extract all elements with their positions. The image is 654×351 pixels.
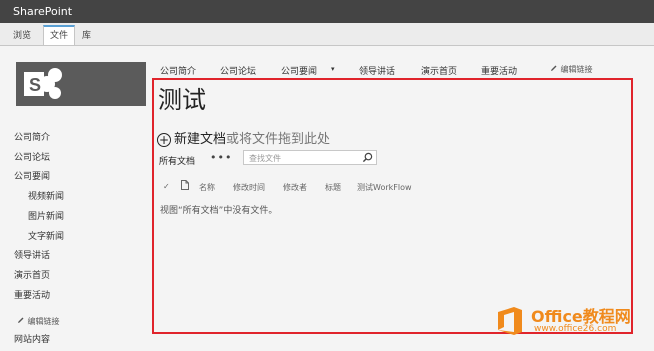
top-nav-item-leader-speech[interactable]: 领导讲话 xyxy=(359,64,395,77)
sharepoint-logo-icon: S xyxy=(24,68,62,99)
highlight-box xyxy=(152,78,633,334)
top-nav-item-company-intro[interactable]: 公司简介 xyxy=(160,64,196,77)
pencil-icon xyxy=(551,65,557,71)
chevron-down-icon[interactable]: ▾ xyxy=(331,65,335,73)
quick-launch-item-text-news[interactable]: 文字新闻 xyxy=(28,229,64,242)
tab-browse[interactable]: 浏览 xyxy=(13,28,31,41)
quick-launch-item-company-news[interactable]: 公司要闻 xyxy=(14,169,50,182)
top-nav-item-company-forum[interactable]: 公司论坛 xyxy=(220,64,256,77)
suite-bar-title[interactable]: SharePoint xyxy=(13,0,72,23)
tab-files[interactable]: 文件 xyxy=(43,25,76,45)
quick-launch-item-company-intro[interactable]: 公司简介 xyxy=(14,130,50,143)
quick-launch-item-video-news[interactable]: 视频新闻 xyxy=(28,189,64,202)
tab-files-label: 文件 xyxy=(50,31,69,41)
quick-launch-item-photo-news[interactable]: 图片新闻 xyxy=(28,209,64,222)
top-nav-item-company-news[interactable]: 公司要闻 xyxy=(281,64,317,77)
top-nav-edit-links-label: 编辑链接 xyxy=(560,65,593,74)
quick-launch-item-demo-home[interactable]: 演示首页 xyxy=(14,268,50,281)
top-nav-edit-links[interactable]: 编辑链接 xyxy=(550,64,593,75)
quick-launch-item-leader-speech[interactable]: 领导讲话 xyxy=(14,248,50,261)
top-nav-item-important-events[interactable]: 重要活动 xyxy=(481,64,517,77)
quick-launch-edit-links[interactable]: 编辑链接 xyxy=(17,316,60,327)
quick-launch-item-company-forum[interactable]: 公司论坛 xyxy=(14,150,50,163)
site-logo[interactable]: S xyxy=(16,62,146,106)
ribbon: 浏览 文件 库 xyxy=(0,23,654,46)
suite-bar: SharePoint xyxy=(0,0,654,23)
top-nav-item-demo-home[interactable]: 演示首页 xyxy=(421,64,457,77)
pencil-icon xyxy=(18,317,24,323)
quick-launch-item-important-events[interactable]: 重要活动 xyxy=(14,288,50,301)
quick-launch-edit-links-label: 编辑链接 xyxy=(27,317,60,326)
office-logo-icon xyxy=(498,307,522,335)
tab-library[interactable]: 库 xyxy=(82,28,91,41)
quick-launch-site-contents[interactable]: 网站内容 xyxy=(14,332,50,345)
svg-text:S: S xyxy=(29,75,41,95)
watermark-url: www.office26.com xyxy=(534,324,617,334)
